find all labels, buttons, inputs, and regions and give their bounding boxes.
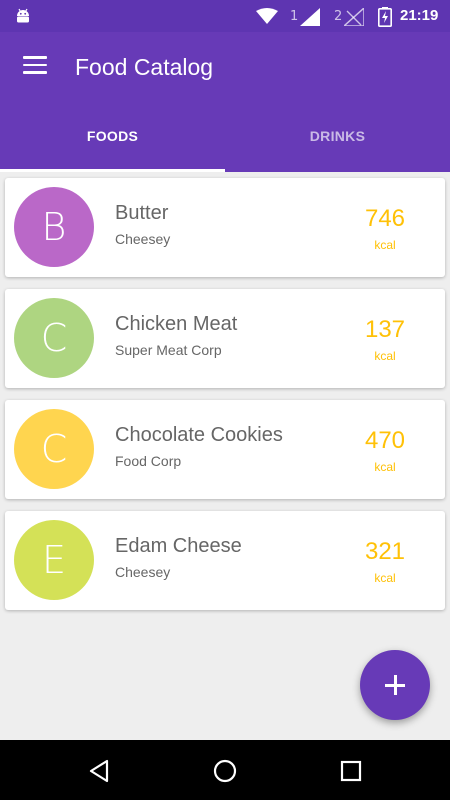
- kcal-unit: kcal: [374, 460, 396, 474]
- signal-icon: [300, 8, 320, 26]
- food-producer: Cheesey: [115, 564, 171, 580]
- sim2-label: 2: [334, 9, 343, 24]
- avatar: C: [14, 298, 94, 378]
- kcal-value: 321: [364, 538, 406, 565]
- tab-indicator: [0, 169, 225, 172]
- food-name: Chocolate Cookies: [115, 424, 283, 446]
- avatar: E: [14, 520, 94, 600]
- kcal-value: 470: [364, 427, 406, 454]
- kcal-value: 746: [364, 205, 406, 232]
- food-item[interactable]: C Chicken Meat Super Meat Corp 137 kcal: [5, 289, 445, 388]
- kcal-unit: kcal: [374, 571, 396, 585]
- status-bar: 1 2 21:19: [0, 0, 450, 32]
- avatar: C: [14, 409, 94, 489]
- plus-icon: [385, 675, 405, 695]
- food-producer: Cheesey: [115, 231, 171, 247]
- tab-bar: FOODS DRINKS: [0, 117, 450, 172]
- navigation-bar: [0, 740, 450, 800]
- sim1-label: 1: [290, 9, 299, 24]
- menu-icon[interactable]: [23, 56, 47, 76]
- recents-icon[interactable]: [338, 758, 364, 784]
- food-item[interactable]: E Edam Cheese Cheesey 321 kcal: [5, 511, 445, 610]
- status-time: 21:19: [400, 7, 439, 24]
- signal-icon: [344, 8, 364, 26]
- home-icon[interactable]: [212, 758, 238, 784]
- avatar: B: [14, 187, 94, 267]
- food-item[interactable]: C Chocolate Cookies Food Corp 470 kcal: [5, 400, 445, 499]
- food-list: B Butter Cheesey 746 kcal C Chicken Meat…: [5, 178, 445, 622]
- app-title: Food Catalog: [75, 54, 214, 80]
- food-item[interactable]: B Butter Cheesey 746 kcal: [5, 178, 445, 277]
- kcal-unit: kcal: [374, 349, 396, 363]
- food-name: Butter: [115, 202, 169, 224]
- back-icon[interactable]: [87, 758, 113, 784]
- app-bar: Food Catalog FOODS DRINKS: [0, 32, 450, 172]
- food-producer: Food Corp: [115, 453, 182, 469]
- add-food-button[interactable]: [360, 650, 430, 720]
- kcal-value: 137: [364, 316, 406, 343]
- food-name: Edam Cheese: [115, 535, 242, 557]
- food-name: Chicken Meat: [115, 313, 238, 335]
- battery-charging-icon: [378, 7, 392, 27]
- tab-foods[interactable]: FOODS: [0, 117, 225, 172]
- food-producer: Super Meat Corp: [115, 342, 222, 358]
- android-icon: [17, 8, 29, 23]
- kcal-unit: kcal: [374, 238, 396, 252]
- wifi-icon: [256, 8, 278, 24]
- tab-drinks[interactable]: DRINKS: [225, 117, 450, 172]
